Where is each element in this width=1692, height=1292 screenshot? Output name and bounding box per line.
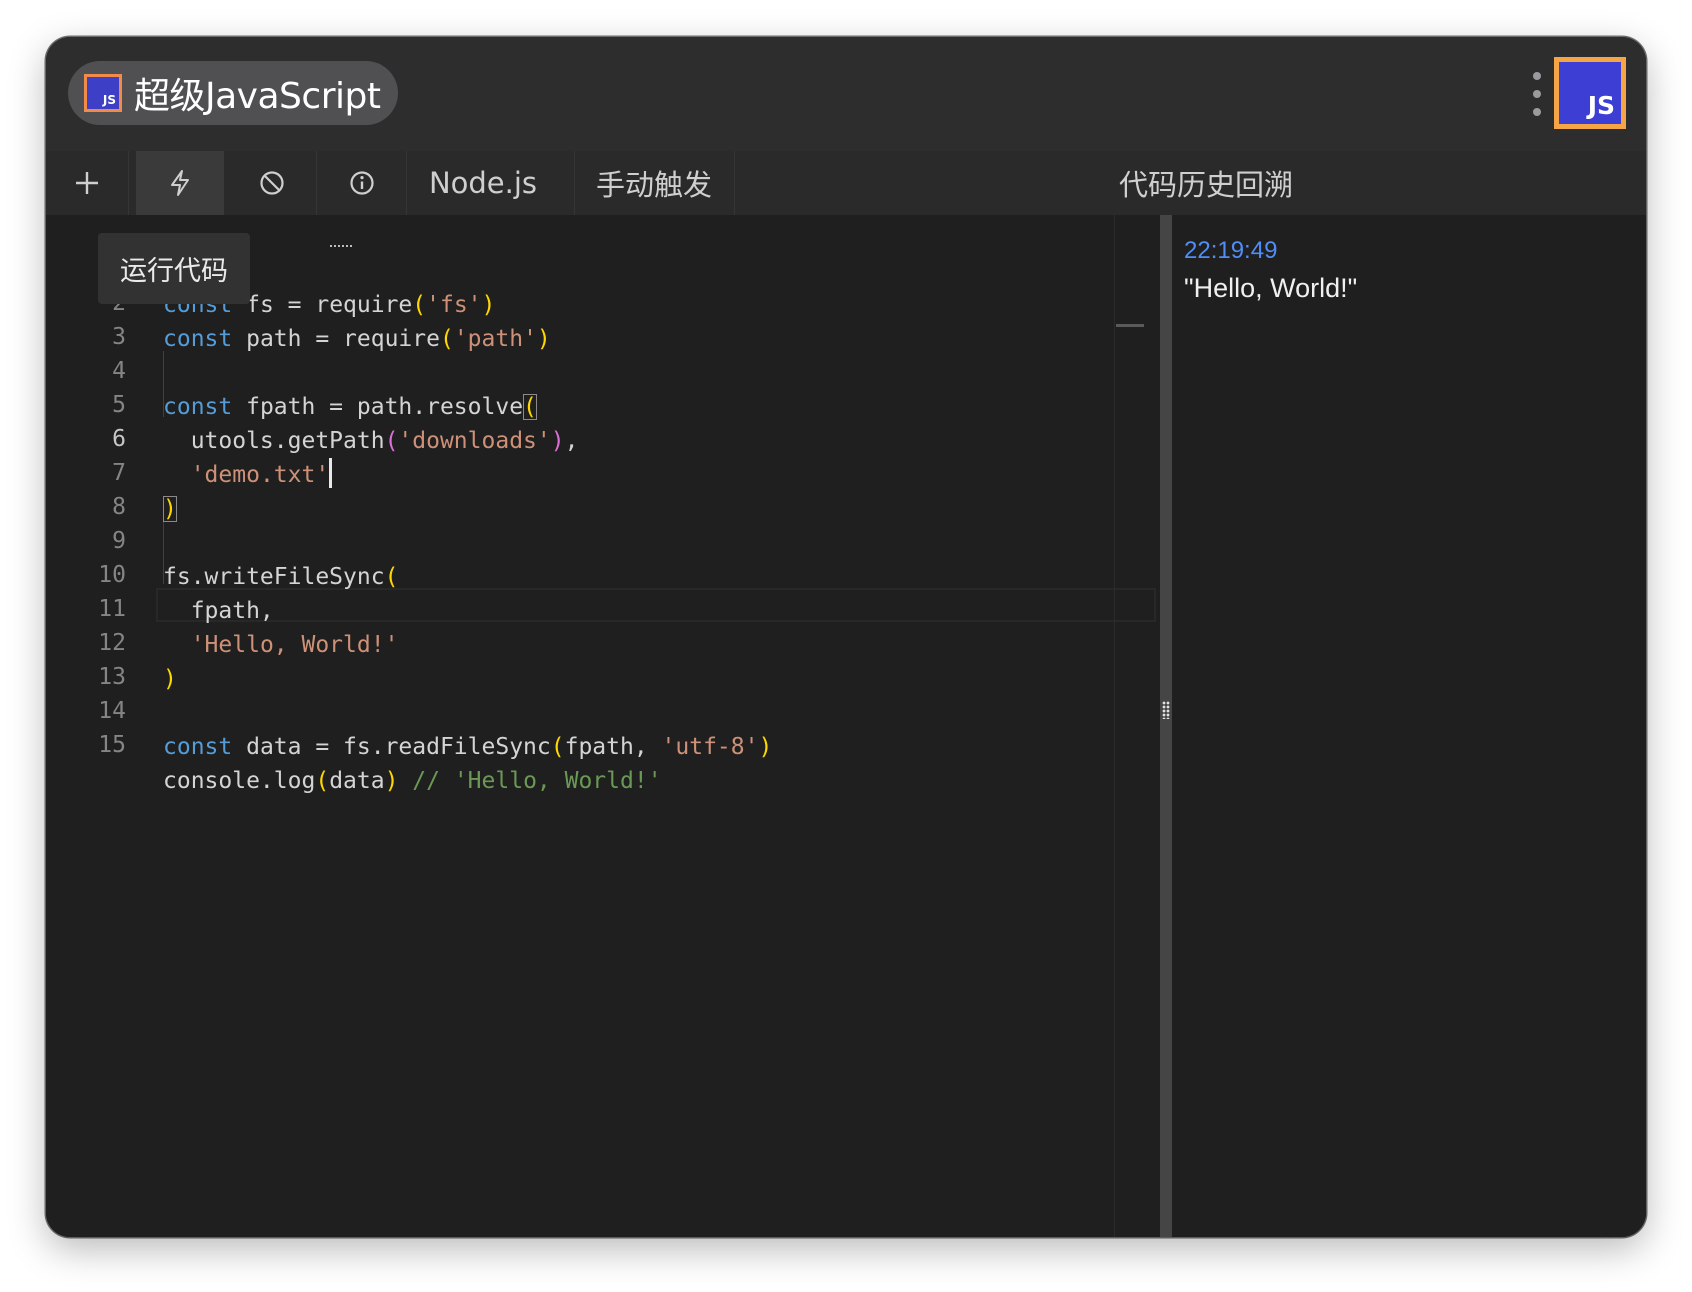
ban-icon [260, 171, 284, 195]
run-code-button[interactable] [136, 151, 224, 215]
editor-ruler [1114, 215, 1115, 1237]
code-line: 9 fs.writeFileSync( [46, 487, 1160, 590]
code-line: 15 console.log(data) // 'Hello, World!' [46, 691, 1160, 794]
code-token: fpath, [564, 734, 662, 760]
drag-handle-icon[interactable] [1162, 701, 1170, 719]
output-panel: 22:19:49 "Hello, World!" [1172, 215, 1646, 1237]
app-logo-large-text: JS [1587, 91, 1615, 120]
run-code-tooltip: 运行代码 [98, 233, 250, 304]
code-token: const [163, 734, 233, 760]
code-token: console.log [163, 768, 316, 794]
trigger-mode-label: 手动触发 [595, 168, 712, 202]
code-token: ( [550, 734, 565, 760]
code-token: ) [758, 734, 773, 760]
code-token: ( [315, 768, 330, 794]
app-logo-large-icon[interactable]: JS [1554, 57, 1626, 129]
code-line: 5 utools.getPath('downloads'), [46, 351, 1160, 454]
code-history-label: 代码历史回溯 [1118, 168, 1293, 202]
output-timestamp: 22:19:49 [1184, 237, 1278, 264]
lightning-icon [171, 170, 189, 196]
code-line: 7 ) [46, 419, 1160, 522]
tooltip-text: 运行代码 [120, 256, 228, 287]
environment-selector[interactable]: Node.js [408, 151, 558, 215]
code-token: data [329, 768, 385, 794]
code-editor[interactable]: 1 const fs = require('fs') 2 const path … [46, 215, 1160, 1237]
panel-splitter[interactable] [1160, 215, 1172, 1237]
code-line: 10 fpath, [46, 521, 1160, 624]
code-comment: // 'Hello, World!' [412, 768, 662, 794]
code-token: ) [384, 768, 399, 794]
environment-label: Node.js [428, 166, 538, 200]
more-options-icon[interactable] [1531, 72, 1543, 116]
clear-output-button[interactable] [228, 151, 316, 215]
code-line: 14 const data = fs.readFileSync(fpath, '… [46, 657, 1160, 760]
app-window: JS 超级JavaScript JS Node.js 手动触发 代码历史回溯 c… [46, 37, 1646, 1237]
info-button[interactable] [318, 151, 406, 215]
title-bar: JS 超级JavaScript JS [46, 37, 1646, 151]
code-line: 13 [46, 623, 1160, 690]
line-number: 15 [98, 732, 126, 758]
overview-ruler-cursor [1116, 324, 1144, 327]
code-line: 12 ) [46, 589, 1160, 692]
code-line: 11 'Hello, World!' [46, 555, 1160, 658]
new-tab-button[interactable] [46, 151, 128, 215]
info-icon [350, 171, 374, 195]
output-text: "Hello, World!" [1184, 273, 1358, 303]
code-line: 8 [46, 453, 1160, 520]
toolbar: Node.js 手动触发 代码历史回溯 [46, 151, 1646, 215]
code-line: 4 const fpath = path.resolve( [46, 317, 1160, 420]
app-title: 超级JavaScript [134, 76, 381, 117]
hint-squiggle [330, 245, 352, 247]
code-token: data = fs.readFileSync [232, 734, 551, 760]
code-token: 'utf-8' [661, 734, 759, 760]
app-title-pill[interactable]: JS 超级JavaScript [68, 61, 398, 125]
code-line: 6 'demo.txt' [46, 385, 1160, 488]
plus-icon [76, 172, 98, 194]
app-logo-icon: JS [84, 74, 122, 112]
app-logo-small-text: JS [102, 93, 116, 107]
trigger-mode-selector[interactable]: 手动触发 [574, 151, 734, 215]
code-history-button[interactable]: 代码历史回溯 [1106, 151, 1306, 215]
